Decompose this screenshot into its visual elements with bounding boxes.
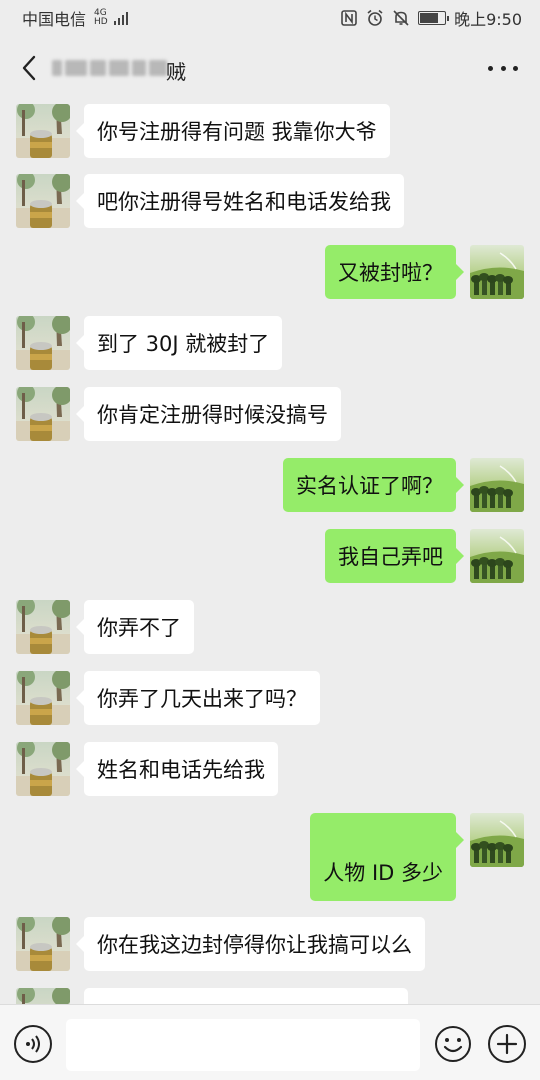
- more-actions-button[interactable]: [488, 1025, 526, 1063]
- status-right: 晚上9:50: [340, 6, 522, 30]
- signal-icon: [113, 11, 128, 25]
- message-bubble[interactable]: 人物 ID 多少: [310, 813, 464, 901]
- contact-avatar[interactable]: [16, 104, 70, 158]
- self-avatar[interactable]: [470, 458, 524, 512]
- message-list[interactable]: 你号注册得有问题 我靠你大爷 吧你注册得号姓名和电话发给我 又被封啦？ 到了 3…: [0, 100, 540, 1004]
- clock-label: 晚上9:50: [454, 10, 522, 29]
- alarm-icon: [366, 9, 384, 27]
- message-input[interactable]: [66, 1019, 420, 1071]
- message-bubble[interactable]: [84, 988, 408, 1004]
- message-bubble[interactable]: 你号注册得有问题 我靠你大爷: [76, 104, 390, 158]
- message-bubble[interactable]: 你弄不了: [76, 600, 194, 654]
- contact-avatar[interactable]: [16, 988, 70, 1004]
- contact-avatar[interactable]: [16, 671, 70, 725]
- contact-avatar[interactable]: [16, 387, 70, 441]
- input-bar: [0, 1004, 540, 1080]
- voice-button[interactable]: [14, 1025, 52, 1063]
- chevron-left-icon: [22, 55, 36, 81]
- self-avatar[interactable]: [470, 529, 524, 583]
- message-bubble[interactable]: 你弄了几天出来了吗？: [76, 671, 320, 725]
- plus-icon: [496, 1033, 518, 1055]
- self-avatar[interactable]: [470, 245, 524, 299]
- nfc-icon: [340, 9, 358, 27]
- contact-name-end: 贼: [166, 60, 186, 84]
- battery-icon: [418, 11, 450, 25]
- more-button[interactable]: [488, 58, 518, 78]
- emoji-button[interactable]: [434, 1025, 472, 1063]
- voice-icon: [26, 1035, 40, 1053]
- contact-avatar[interactable]: [16, 917, 70, 971]
- chat-header: 贼: [0, 36, 540, 100]
- status-bar: 中国电信 4G HD 晚上9:50: [0, 0, 540, 36]
- emoji-icon: [435, 1026, 471, 1062]
- contact-avatar[interactable]: [16, 742, 70, 796]
- message-bubble[interactable]: 吧你注册得号姓名和电话发给我: [76, 174, 404, 228]
- more-dots-icon: [488, 65, 493, 71]
- self-avatar[interactable]: [470, 813, 524, 867]
- mute-icon: [392, 9, 410, 27]
- message-bubble[interactable]: 你肯定注册得时候没搞号: [76, 387, 341, 441]
- message-bubble[interactable]: 到了 30J 就被封了: [75, 316, 283, 370]
- contact-avatar[interactable]: [16, 174, 70, 228]
- message-bubble[interactable]: 实名认证了啊？: [283, 458, 464, 512]
- back-button[interactable]: [14, 50, 44, 86]
- status-left: 中国电信 4G HD: [22, 6, 128, 30]
- message-bubble[interactable]: 你在我这边封停得你让我搞可以么: [76, 917, 425, 971]
- contact-avatar[interactable]: [16, 600, 70, 654]
- carrier-label: 中国电信: [22, 10, 87, 29]
- message-bubble[interactable]: 姓名和电话先给我: [76, 742, 278, 796]
- message-bubble[interactable]: 我自己弄吧: [325, 529, 464, 583]
- network-type: 4G HD: [94, 8, 108, 27]
- message-bubble[interactable]: 又被封啦？: [325, 245, 464, 299]
- contact-avatar[interactable]: [16, 316, 70, 370]
